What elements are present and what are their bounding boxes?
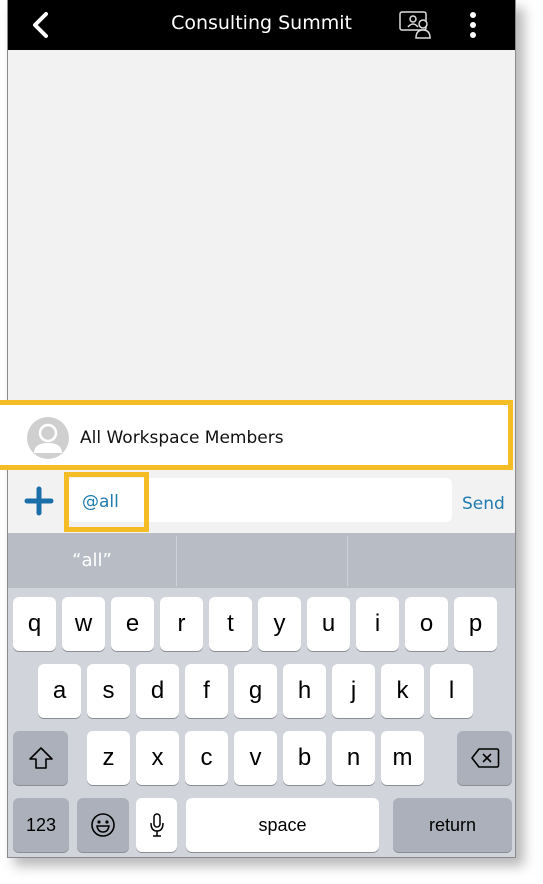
key-b[interactable]: b — [283, 731, 326, 785]
mention-suggestion-all-members[interactable]: All Workspace Members — [0, 400, 513, 470]
key-i[interactable]: i — [356, 597, 399, 651]
keyboard: 123 space return qwertyuiop asdfghjkl zxcv… — [8, 588, 515, 857]
space-key[interactable]: space — [186, 798, 379, 852]
key-d[interactable]: d — [136, 664, 179, 718]
key-j[interactable]: j — [332, 664, 375, 718]
microphone-icon — [149, 813, 164, 837]
key-g[interactable]: g — [234, 664, 277, 718]
channel-members-icon[interactable] — [398, 10, 434, 40]
more-vertical-icon[interactable] — [463, 10, 483, 40]
key-s[interactable]: s — [87, 664, 130, 718]
key-y[interactable]: y — [258, 597, 301, 651]
key-u[interactable]: u — [307, 597, 350, 651]
key-x[interactable]: x — [136, 731, 179, 785]
return-key[interactable]: return — [393, 798, 512, 852]
mention-suggestion-label: All Workspace Members — [80, 428, 284, 448]
message-input[interactable] — [68, 478, 452, 522]
shift-icon — [28, 747, 53, 769]
predictive-text-bar: “all” — [8, 533, 515, 588]
message-area — [8, 50, 515, 400]
plus-icon[interactable] — [24, 486, 54, 516]
predictive-suggestion[interactable] — [177, 533, 347, 588]
key-o[interactable]: o — [405, 597, 448, 651]
numbers-key[interactable]: 123 — [13, 798, 69, 852]
nav-bar: Consulting Summit — [8, 0, 515, 50]
backspace-key[interactable] — [457, 731, 512, 785]
key-v[interactable]: v — [234, 731, 277, 785]
key-p[interactable]: p — [454, 597, 497, 651]
predictive-suggestion[interactable]: “all” — [8, 533, 176, 588]
microphone-key[interactable] — [136, 798, 177, 852]
key-m[interactable]: m — [381, 731, 424, 785]
page-title: Consulting Summit — [171, 12, 352, 34]
key-r[interactable]: r — [160, 597, 203, 651]
default-avatar-icon — [27, 417, 69, 459]
emoji-icon — [91, 813, 115, 837]
key-l[interactable]: l — [430, 664, 473, 718]
message-input-value[interactable]: @all — [82, 492, 119, 512]
key-n[interactable]: n — [332, 731, 375, 785]
key-t[interactable]: t — [209, 597, 252, 651]
key-k[interactable]: k — [381, 664, 424, 718]
shift-key[interactable] — [13, 731, 68, 785]
key-z[interactable]: z — [87, 731, 130, 785]
key-f[interactable]: f — [185, 664, 228, 718]
backspace-icon — [470, 748, 499, 768]
emoji-key[interactable] — [77, 798, 129, 852]
key-w[interactable]: w — [62, 597, 105, 651]
predictive-suggestion[interactable] — [348, 533, 515, 588]
composer-bar: @all Send — [8, 470, 515, 533]
key-c[interactable]: c — [185, 731, 228, 785]
key-h[interactable]: h — [283, 664, 326, 718]
key-q[interactable]: q — [13, 597, 56, 651]
send-button[interactable]: Send — [462, 494, 505, 514]
key-e[interactable]: e — [111, 597, 154, 651]
key-a[interactable]: a — [38, 664, 81, 718]
